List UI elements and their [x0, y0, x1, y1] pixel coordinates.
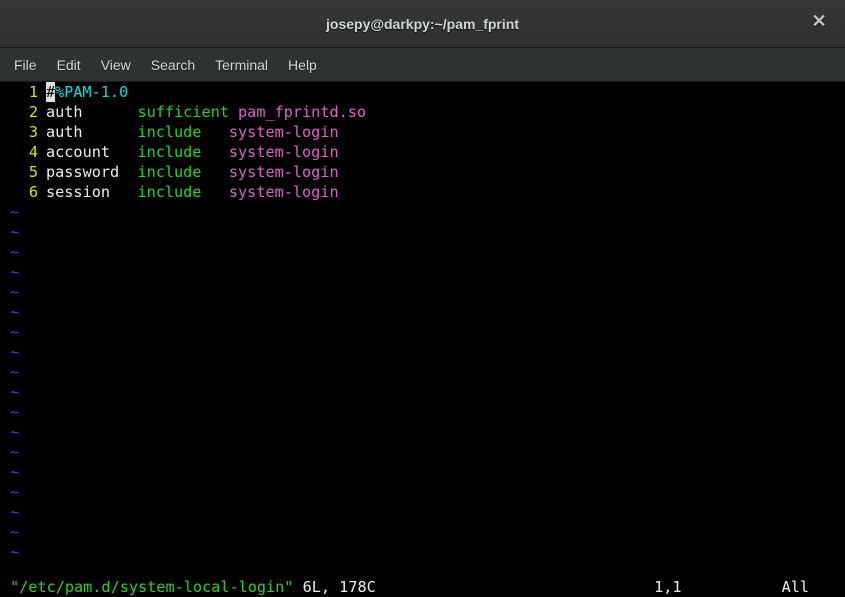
editor-line: 6session include system-login	[0, 182, 845, 202]
code-token: %PAM-1.0	[55, 82, 128, 102]
code-token: system-login	[229, 182, 339, 202]
empty-line-tilde: ~	[0, 362, 19, 382]
line-number: 1	[0, 82, 46, 102]
terminal-area[interactable]: 1#%PAM-1.02auth sufficient pam_fprintd.s…	[0, 82, 845, 597]
empty-line-tilde: ~	[0, 482, 19, 502]
code-token: include	[137, 182, 201, 202]
code-token: include	[137, 142, 201, 162]
status-filename: "/etc/pam.d/system-local-login"	[10, 577, 293, 597]
menu-edit[interactable]: Edit	[47, 51, 91, 79]
code-token	[201, 122, 228, 142]
code-token	[201, 162, 228, 182]
empty-line-tilde: ~	[0, 402, 19, 422]
empty-line-tilde: ~	[0, 202, 19, 222]
code-token: auth	[46, 122, 137, 142]
status-scroll: All	[682, 577, 845, 597]
code-token: system-login	[229, 122, 339, 142]
editor-line: 4account include system-login	[0, 142, 845, 162]
code-token: account	[46, 142, 137, 162]
line-number: 4	[0, 142, 46, 162]
window-title: josepy@darkpy:~/pam_fprint	[326, 16, 519, 32]
code-token: include	[137, 122, 201, 142]
empty-line-tilde: ~	[0, 502, 19, 522]
code-token: system-login	[229, 142, 339, 162]
editor-line: 3auth include system-login	[0, 122, 845, 142]
empty-line-tilde: ~	[0, 542, 19, 562]
empty-line-tilde: ~	[0, 262, 19, 282]
close-icon[interactable]: ✕	[809, 12, 829, 32]
empty-line-tilde: ~	[0, 302, 19, 322]
code-token: auth	[46, 102, 137, 122]
empty-line-tilde: ~	[0, 222, 19, 242]
empty-line-tilde: ~	[0, 522, 19, 542]
code-token: include	[137, 162, 201, 182]
window-titlebar: josepy@darkpy:~/pam_fprint ✕	[0, 0, 845, 48]
empty-line-tilde: ~	[0, 442, 19, 462]
code-token: pam_fprintd.so	[238, 102, 366, 122]
code-token: password	[46, 162, 137, 182]
code-token	[201, 142, 228, 162]
code-token	[201, 182, 228, 202]
code-token: system-login	[229, 162, 339, 182]
empty-line-tilde: ~	[0, 462, 19, 482]
code-token: session	[46, 182, 137, 202]
menu-help[interactable]: Help	[278, 51, 327, 79]
line-number: 2	[0, 102, 46, 122]
menu-file[interactable]: File	[4, 51, 47, 79]
menubar: File Edit View Search Terminal Help	[0, 48, 845, 82]
line-number: 5	[0, 162, 46, 182]
menu-search[interactable]: Search	[141, 51, 205, 79]
empty-line-tilde: ~	[0, 342, 19, 362]
empty-line-tilde: ~	[0, 322, 19, 342]
menu-terminal[interactable]: Terminal	[205, 51, 278, 79]
empty-line-tilde: ~	[0, 242, 19, 262]
cursor-block: #	[46, 82, 55, 102]
status-fileinfo: 6L, 178C	[293, 577, 375, 597]
status-cursor-pos: 1,1	[654, 577, 681, 597]
editor-line: 5password include system-login	[0, 162, 845, 182]
line-number: 3	[0, 122, 46, 142]
empty-line-tilde: ~	[0, 422, 19, 442]
code-token: sufficient	[137, 102, 228, 122]
vim-status-line: "/etc/pam.d/system-local-login" 6L, 178C…	[0, 577, 845, 597]
editor-line: 2auth sufficient pam_fprintd.so	[0, 102, 845, 122]
code-token	[229, 102, 238, 122]
empty-line-tilde: ~	[0, 382, 19, 402]
line-number: 6	[0, 182, 46, 202]
menu-view[interactable]: View	[91, 51, 141, 79]
empty-line-tilde: ~	[0, 282, 19, 302]
editor-line: 1#%PAM-1.0	[0, 82, 845, 102]
